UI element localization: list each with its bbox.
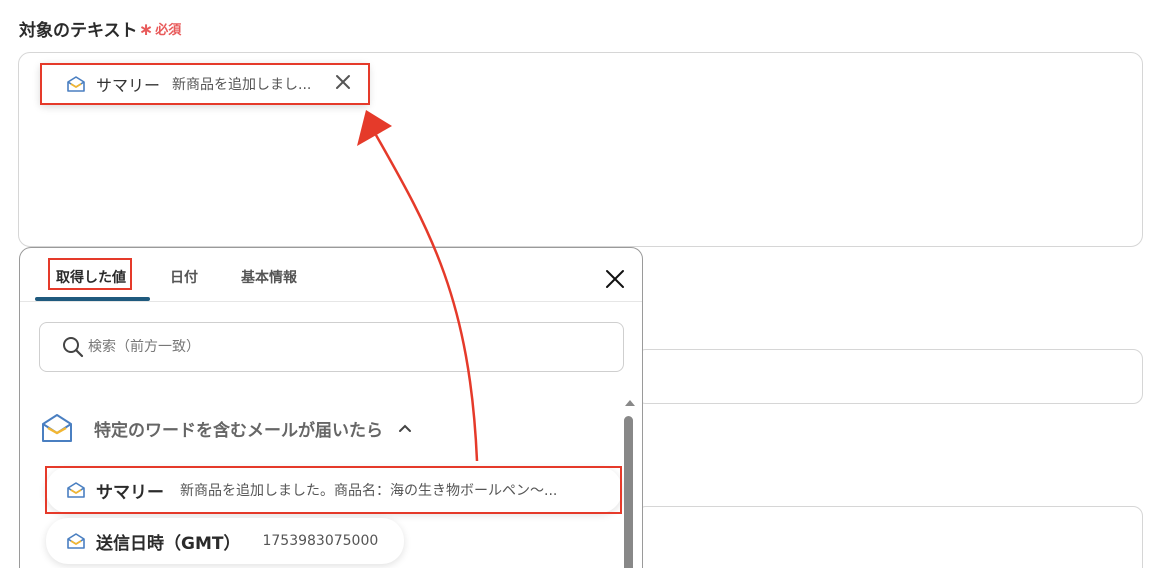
highlight-box — [45, 466, 622, 514]
tab-basic-info[interactable]: 基本情報 — [241, 267, 297, 287]
search-box[interactable] — [39, 322, 624, 372]
trigger-section-header[interactable]: 特定のワードを含むメールが届いたら — [40, 408, 413, 448]
required-label: 必須 — [155, 23, 182, 38]
chevron-up-icon[interactable] — [397, 420, 413, 436]
close-icon[interactable] — [333, 72, 353, 92]
item-name: 送信日時（GMT） — [96, 533, 241, 554]
search-input[interactable] — [88, 339, 588, 355]
tab-bar: 取得した値 日付 基本情報 — [20, 248, 642, 302]
required-badge: ∗ 必須 — [139, 19, 181, 40]
section-title: 特定のワードを含むメールが届いたら — [94, 420, 383, 441]
asterisk-icon: ∗ — [139, 20, 154, 40]
scroll-up-arrow[interactable] — [625, 400, 635, 406]
scrollbar-thumb[interactable] — [624, 416, 633, 568]
mail-open-icon — [42, 414, 72, 442]
value-picker-panel: 取得した値 日付 基本情報 特定のワードを含むメールが届いたら — [19, 247, 643, 568]
highlight-box — [40, 63, 370, 105]
list-item-sent-datetime[interactable]: 送信日時（GMT） 1753983075000 — [46, 518, 404, 564]
close-icon[interactable] — [604, 268, 626, 290]
highlight-box — [48, 258, 132, 290]
active-tab-indicator — [35, 297, 150, 301]
background-field-2[interactable] — [636, 506, 1143, 568]
search-icon — [63, 337, 84, 358]
mail-open-icon — [67, 533, 85, 549]
item-value: 1753983075000 — [262, 533, 379, 549]
tab-date[interactable]: 日付 — [170, 267, 198, 287]
background-field[interactable] — [636, 349, 1143, 404]
field-label: 対象のテキスト — [19, 21, 138, 41]
